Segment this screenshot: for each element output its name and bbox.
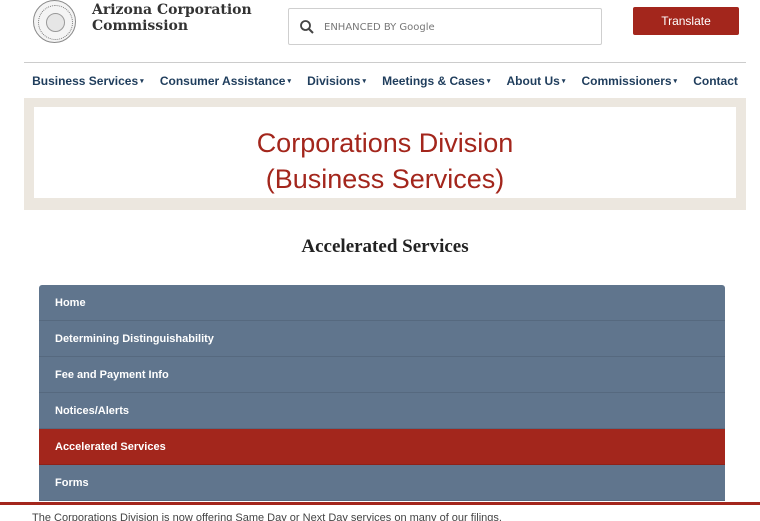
page-title: Corporations Division (Business Services… (34, 125, 736, 197)
caret-down-icon: ▾ (287, 77, 291, 85)
intro-paragraph: The Corporations Division is now offerin… (32, 512, 502, 521)
caret-down-icon: ▾ (362, 77, 366, 85)
side-menu-item-home[interactable]: Home (39, 285, 725, 321)
search-icon[interactable] (299, 19, 315, 35)
nav-item-about-us[interactable]: About Us ▾ (507, 74, 566, 88)
main-nav: Business Services ▾ Consumer Assistance ▾ … (24, 63, 746, 98)
logo-line-2: Commission (92, 18, 189, 34)
nav-item-divisions[interactable]: Divisions ▾ (307, 74, 366, 88)
search-input[interactable] (324, 17, 584, 37)
content-divider (0, 502, 760, 505)
page-banner: Corporations Division (Business Services… (24, 98, 746, 210)
side-menu-item-notices-alerts[interactable]: Notices/Alerts (39, 393, 725, 429)
caret-down-icon: ▾ (486, 77, 491, 85)
nav-item-consumer-assistance[interactable]: Consumer Assistance ▾ (160, 74, 291, 88)
side-menu-item-forms[interactable]: Forms (39, 465, 725, 501)
nav-item-meetings-cases[interactable]: Meetings & Cases ▾ (382, 74, 490, 88)
nav-item-commissioners[interactable]: Commissioners ▾ (582, 74, 678, 88)
nav-item-business-services[interactable]: Business Services ▾ (32, 74, 144, 88)
site-header: Arizona Corporation Commission Translate (0, 0, 760, 62)
caret-down-icon: ▾ (673, 77, 678, 85)
banner-panel: Corporations Division (Business Services… (34, 107, 736, 198)
search-box[interactable] (288, 8, 602, 45)
section-title: Accelerated Services (301, 236, 469, 257)
commission-seal-logo[interactable] (33, 0, 76, 43)
page-title-line-2: (Business Services) (265, 164, 505, 194)
side-menu-item-determining-distinguishability[interactable]: Determining Distinguishability (39, 321, 725, 357)
translate-button[interactable]: Translate (633, 7, 739, 35)
side-menu-item-fee-payment-info[interactable]: Fee and Payment Info (39, 357, 725, 393)
page-title-line-1: Corporations Division (256, 128, 514, 158)
caret-down-icon: ▾ (140, 77, 144, 85)
site-logo-text[interactable]: Arizona Corporation Commission (92, 2, 252, 34)
logo-line-1: Arizona Corporation (92, 2, 252, 18)
nav-item-contact[interactable]: Contact (693, 74, 738, 88)
side-menu: Home Determining Distinguishability Fee … (39, 285, 725, 501)
side-menu-item-accelerated-services[interactable]: Accelerated Services (39, 429, 725, 465)
caret-down-icon: ▾ (561, 77, 566, 85)
